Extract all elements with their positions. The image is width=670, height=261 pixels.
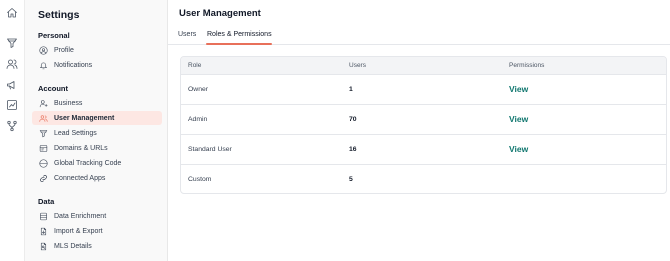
sidebar-item-label: Business bbox=[54, 99, 83, 107]
view-permissions-link[interactable]: View bbox=[509, 114, 528, 124]
role-cell: Owner bbox=[188, 86, 209, 93]
database-icon bbox=[39, 212, 48, 221]
business-user-icon bbox=[39, 99, 48, 108]
tab-users[interactable]: Users bbox=[178, 31, 196, 38]
workflow-icon[interactable] bbox=[5, 119, 19, 133]
tab-bar: Users Roles & Permissions bbox=[168, 28, 670, 45]
chart-icon[interactable] bbox=[5, 98, 19, 112]
sidebar-item-label: Domains & URLs bbox=[54, 144, 108, 152]
file-search-icon bbox=[39, 242, 48, 251]
sidebar-item-profile[interactable]: Profile bbox=[32, 43, 162, 57]
sidebar-item-label: MLS Details bbox=[54, 242, 92, 250]
column-header-role: Role bbox=[188, 62, 202, 69]
section-title-personal: Personal bbox=[38, 31, 70, 40]
sidebar-item-label: Lead Settings bbox=[54, 129, 97, 137]
table-row: Standard User 16 View bbox=[181, 135, 666, 165]
domain-icon bbox=[39, 144, 48, 153]
sidebar-item-import-export[interactable]: Import & Export bbox=[32, 224, 162, 238]
sidebar-item-label: Global Tracking Code bbox=[54, 159, 122, 167]
users-icon bbox=[39, 114, 48, 123]
sidebar-item-mls-details[interactable]: MLS Details bbox=[32, 239, 162, 253]
table-header: Role Users Permissions bbox=[181, 57, 666, 75]
users-count-cell: 1 bbox=[349, 86, 353, 93]
main-content: User Management Users Roles & Permission… bbox=[168, 0, 670, 261]
role-cell: Admin bbox=[188, 116, 208, 123]
sidebar-item-user-management[interactable]: User Management bbox=[32, 111, 162, 125]
sidebar-item-label: Import & Export bbox=[54, 227, 103, 235]
role-cell: Custom bbox=[188, 176, 212, 183]
file-import-icon bbox=[39, 227, 48, 236]
sidebar-item-data-enrichment[interactable]: Data Enrichment bbox=[32, 209, 162, 223]
column-header-users: Users bbox=[349, 62, 366, 69]
table-row: Custom 5 bbox=[181, 165, 666, 193]
sidebar-item-label: Profile bbox=[54, 46, 74, 54]
tab-roles-permissions[interactable]: Roles & Permissions bbox=[207, 31, 272, 38]
funnel-icon[interactable] bbox=[5, 36, 19, 50]
view-permissions-link[interactable]: View bbox=[509, 84, 528, 94]
roles-table: Role Users Permissions Owner 1 View Admi… bbox=[180, 56, 667, 194]
megaphone-icon[interactable] bbox=[5, 78, 19, 92]
sidebar-title: Settings bbox=[38, 9, 80, 21]
sidebar-item-label: Notifications bbox=[54, 61, 93, 69]
sidebar-item-notifications[interactable]: Notifications bbox=[32, 58, 162, 72]
icon-rail bbox=[0, 0, 25, 261]
users-icon[interactable] bbox=[5, 57, 19, 71]
sidebar-item-lead-settings[interactable]: Lead Settings bbox=[32, 126, 162, 140]
globe-icon bbox=[39, 158, 48, 168]
page-title: User Management bbox=[179, 8, 261, 19]
sidebar-item-label: Data Enrichment bbox=[54, 212, 107, 220]
sidebar-item-label: Connected Apps bbox=[54, 174, 106, 182]
users-count-cell: 16 bbox=[349, 146, 357, 153]
funnel-icon bbox=[39, 129, 48, 138]
user-circle-icon bbox=[39, 45, 48, 55]
sidebar-item-domains-urls[interactable]: Domains & URLs bbox=[32, 141, 162, 155]
sidebar-item-global-tracking-code[interactable]: Global Tracking Code bbox=[32, 156, 162, 170]
settings-sidebar: Settings Personal Profile Notifications … bbox=[25, 0, 168, 261]
users-count-cell: 70 bbox=[349, 116, 357, 123]
users-count-cell: 5 bbox=[349, 176, 353, 183]
view-permissions-link[interactable]: View bbox=[509, 144, 528, 154]
link-icon bbox=[39, 174, 48, 183]
bell-icon bbox=[39, 61, 48, 70]
active-tab-indicator bbox=[206, 43, 272, 45]
table-row: Owner 1 View bbox=[181, 75, 666, 105]
sidebar-item-label: User Management bbox=[54, 114, 115, 122]
role-cell: Standard User bbox=[188, 146, 232, 153]
sidebar-item-connected-apps[interactable]: Connected Apps bbox=[32, 171, 162, 185]
column-header-permissions: Permissions bbox=[509, 62, 545, 69]
table-row: Admin 70 View bbox=[181, 105, 666, 135]
section-title-account: Account bbox=[38, 84, 68, 93]
section-title-data: Data bbox=[38, 197, 55, 206]
sidebar-item-business[interactable]: Business bbox=[32, 96, 162, 110]
home-icon[interactable] bbox=[5, 6, 19, 20]
